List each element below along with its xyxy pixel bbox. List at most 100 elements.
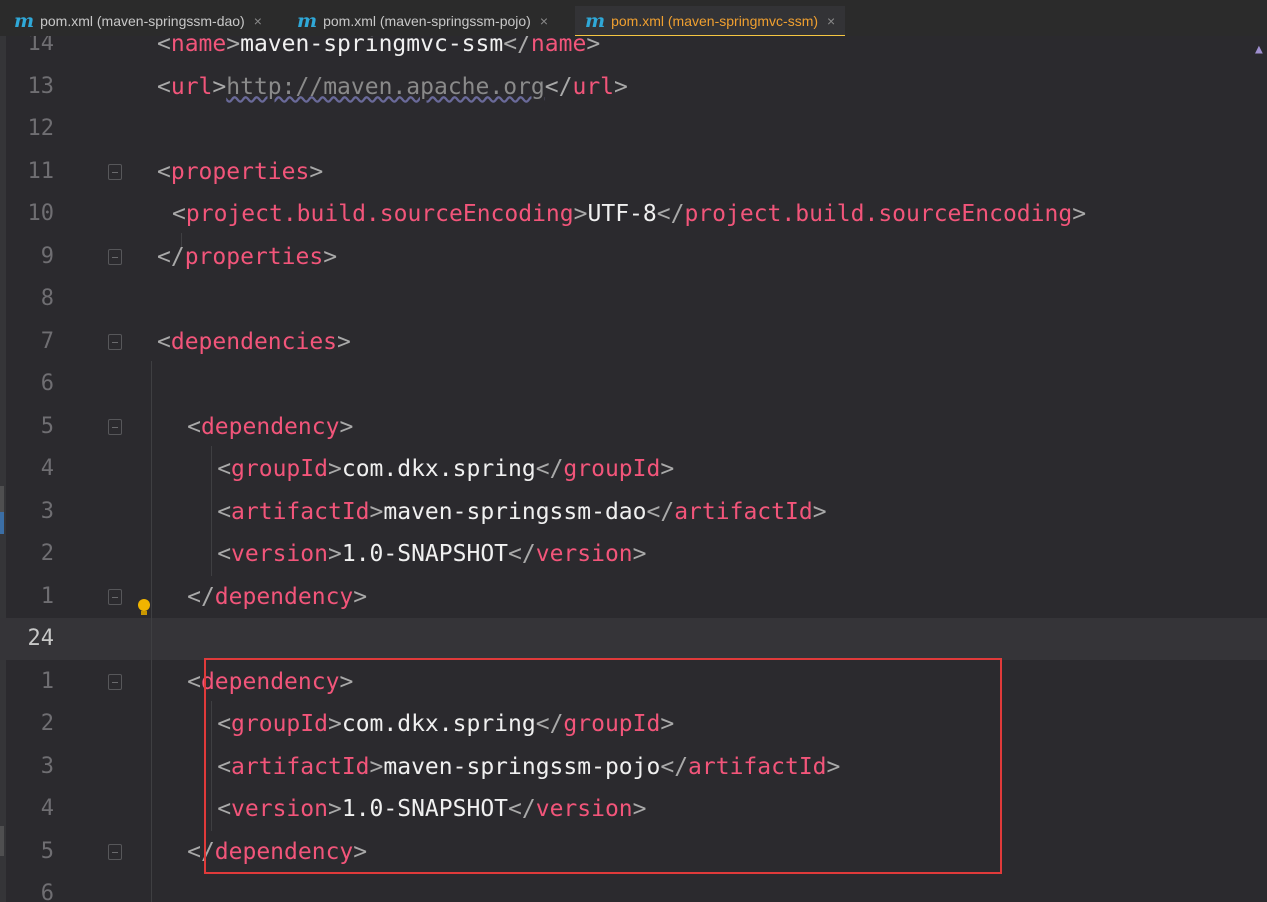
maven-icon: m	[585, 9, 606, 32]
fold-marker-icon[interactable]	[108, 673, 122, 690]
tab-pom-ssm[interactable]: m pom.xml (maven-springmvc-ssm) ×	[575, 6, 846, 39]
code-text: </dependency>	[187, 576, 367, 618]
line-number[interactable]: 24	[14, 618, 55, 660]
bracket: <	[187, 668, 201, 695]
indent-guide	[151, 361, 152, 902]
line-number[interactable]: 8	[14, 278, 54, 320]
bracket: >	[614, 73, 628, 100]
line-number[interactable]: 10	[14, 193, 55, 235]
line-number[interactable]: 3	[14, 491, 54, 533]
code-line[interactable]: 1 </dependency>	[0, 576, 1267, 618]
indent-guide	[181, 233, 182, 247]
bracket: <	[157, 158, 171, 185]
code-line[interactable]: 10 <project.build.sourceEncoding>UTF-8</p…	[0, 193, 1267, 235]
line-number[interactable]: 6	[14, 873, 54, 902]
line-number[interactable]: 9	[14, 236, 54, 278]
bracket: <	[217, 498, 232, 525]
line-number[interactable]: 12	[14, 108, 55, 150]
line-number[interactable]: 4	[14, 448, 54, 490]
line-number[interactable]: 14	[14, 36, 55, 65]
code-text: <dependencies>	[157, 321, 351, 363]
line-number[interactable]: 2	[14, 533, 54, 575]
xml-tag-name: url	[170, 73, 213, 100]
close-icon[interactable]: ×	[540, 13, 548, 29]
code-line[interactable]: 7 <dependencies>	[0, 321, 1267, 363]
code-text: <version>1.0-SNAPSHOT</version>	[217, 533, 646, 575]
bracket: <	[157, 73, 171, 100]
code-line[interactable]: 2 <version>1.0-SNAPSHOT</version>	[0, 533, 1267, 575]
bracket: >	[226, 36, 241, 57]
bracket: >	[353, 583, 368, 610]
xml-text-value: maven-springssm-dao	[383, 498, 647, 525]
code-line[interactable]: 13 <url>http://maven.apache.org</url>	[0, 66, 1267, 108]
line-number[interactable]: 2	[14, 703, 54, 745]
code-line[interactable]: 6	[0, 873, 1267, 902]
xml-tag-name: project.build.sourceEncoding	[185, 201, 574, 227]
xml-tag-name: dependency	[200, 413, 340, 440]
code-line[interactable]: 12	[0, 108, 1267, 150]
code-text: <dependency>	[187, 406, 353, 448]
xml-tag-name: artifactId	[231, 498, 370, 525]
line-number[interactable]: 13	[14, 66, 55, 108]
tab-pom-dao[interactable]: m pom.xml (maven-springssm-dao) ×	[14, 6, 262, 36]
xml-tag-name: groupId	[563, 456, 661, 482]
code-line[interactable]: 4 <groupId>com.dkx.spring</groupId>	[0, 448, 1267, 490]
line-number[interactable]: 5	[14, 831, 54, 873]
bracket: <	[217, 541, 232, 567]
bracket: </	[646, 498, 675, 525]
bracket: <	[187, 413, 201, 440]
fold-marker-icon[interactable]	[108, 333, 122, 350]
bracket: >	[339, 413, 354, 440]
xml-tag-name: name	[170, 36, 227, 57]
line-number[interactable]: 5	[14, 406, 54, 448]
code-line[interactable]: 3 <artifactId>maven-springssm-dao</artifa…	[0, 491, 1267, 533]
fold-marker-icon[interactable]	[108, 163, 122, 180]
bracket: >	[327, 456, 342, 482]
code-line[interactable]: 8	[0, 278, 1267, 320]
code-text: <project.build.sourceEncoding>UTF-8</pro…	[172, 193, 1086, 235]
bracket: <	[172, 201, 186, 227]
code-line[interactable]: 11 <properties>	[0, 151, 1267, 193]
bracket: >	[327, 541, 342, 567]
xml-tag-name: properties	[184, 243, 324, 270]
xml-tag-name: project.build.sourceEncoding	[684, 201, 1073, 227]
tab-pom-pojo[interactable]: m pom.xml (maven-springssm-pojo) ×	[297, 6, 548, 36]
fold-marker-icon[interactable]	[108, 418, 122, 435]
code-line[interactable]: 9 </properties>	[0, 236, 1267, 278]
code-line[interactable]: 6	[0, 363, 1267, 405]
fold-marker-icon[interactable]	[108, 843, 122, 860]
line-number[interactable]: 7	[14, 321, 54, 363]
bracket: <	[157, 328, 171, 355]
code-line[interactable]: 24	[0, 618, 1267, 660]
lightbulb-icon[interactable]	[137, 599, 151, 617]
xml-tag-name: url	[572, 73, 615, 100]
xml-tag-name: groupId	[231, 456, 328, 482]
bracket: >	[1072, 201, 1087, 227]
xml-text-value: com.dkx.spring	[341, 456, 536, 482]
line-number[interactable]: 3	[14, 746, 54, 788]
fold-marker-icon[interactable]	[108, 588, 122, 605]
bracket: >	[309, 158, 324, 185]
code-text: <url>http://maven.apache.org</url>	[157, 66, 628, 108]
bracket: <	[217, 456, 232, 482]
xml-tag-name: dependencies	[170, 328, 338, 355]
code-editor[interactable]: ▲ 14 <name>maven-springmvc-ssm</name> 13 <u…	[0, 36, 1267, 902]
line-number[interactable]: 6	[14, 363, 54, 405]
tab-label: pom.xml (maven-springssm-dao)	[40, 13, 245, 29]
close-icon[interactable]: ×	[827, 13, 835, 29]
fold-marker-icon[interactable]	[108, 248, 122, 265]
line-number[interactable]: 1	[14, 576, 54, 618]
tab-label: pom.xml (maven-springmvc-ssm)	[611, 13, 819, 29]
code-text: <properties>	[157, 151, 323, 193]
code-text: <groupId>com.dkx.spring</groupId>	[217, 448, 674, 490]
close-icon[interactable]: ×	[254, 13, 262, 29]
tab-label: pom.xml (maven-springssm-pojo)	[323, 13, 531, 29]
bracket: >	[573, 201, 588, 227]
xml-tag-name: version	[535, 541, 633, 567]
code-line[interactable]: 5 <dependency>	[0, 406, 1267, 448]
line-number[interactable]: 11	[14, 151, 55, 193]
line-number[interactable]: 1	[14, 661, 54, 703]
line-number[interactable]: 4	[14, 788, 54, 830]
code-line[interactable]: 14 <name>maven-springmvc-ssm</name>	[0, 36, 1267, 65]
xml-text-value: maven-springmvc-ssm	[240, 36, 504, 57]
